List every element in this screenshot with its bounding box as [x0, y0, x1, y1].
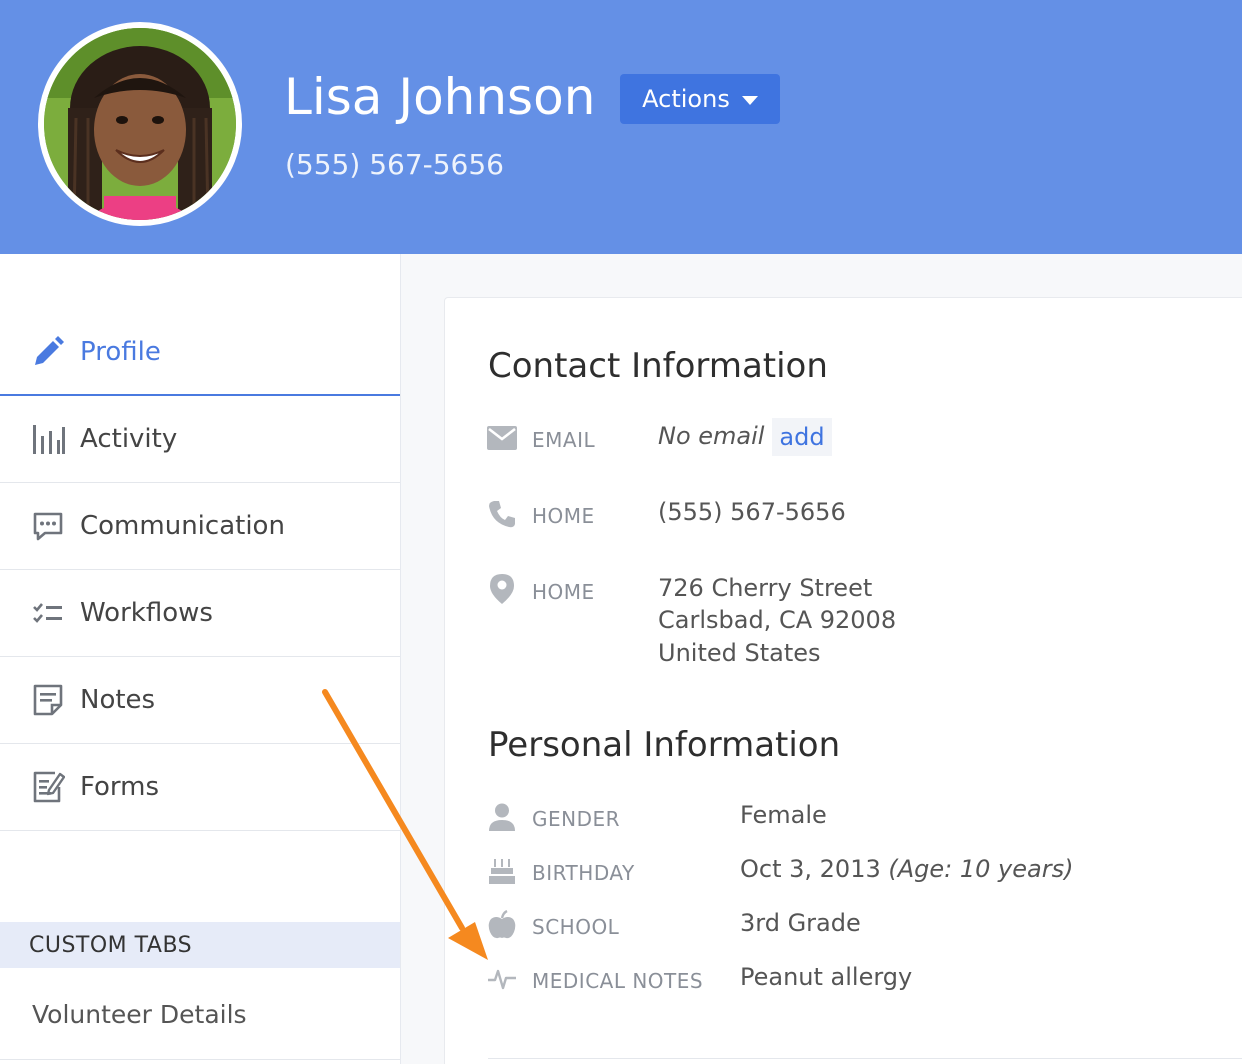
email-value: No email	[658, 422, 765, 450]
profile-card	[444, 297, 1242, 1064]
sidebar-item-communication[interactable]: Communication	[0, 483, 400, 570]
address-line-3: United States	[658, 639, 821, 667]
chat-bubble-icon	[30, 508, 66, 544]
sidebar-item-activity[interactable]: Activity	[0, 396, 400, 483]
profile-page: Lisa Johnson (555) 567-5656 Actions Prof…	[0, 0, 1242, 1064]
sidebar-item-label: Profile	[80, 337, 161, 367]
envelope-icon	[487, 423, 517, 453]
profile-header: Lisa Johnson (555) 567-5656 Actions	[0, 0, 1242, 254]
section-divider	[488, 1058, 1242, 1059]
custom-tabs-heading: CUSTOM TABS	[0, 922, 400, 968]
avatar-photo	[44, 28, 236, 220]
person-phone: (555) 567-5656	[285, 148, 504, 181]
medical-notes-label: MEDICAL NOTES	[532, 969, 704, 993]
pencil-icon	[30, 334, 66, 370]
sidebar-item-label: Notes	[80, 685, 156, 715]
actions-button[interactable]: Actions	[620, 74, 780, 124]
home-phone-value: (555) 567-5656	[658, 498, 846, 526]
gender-value: Female	[740, 801, 827, 829]
person-icon	[487, 802, 517, 832]
sidebar-item-forms[interactable]: Forms	[0, 744, 400, 831]
address-line-2: Carlsbad, CA 92008	[658, 606, 897, 634]
email-label: EMAIL	[532, 428, 596, 452]
sidebar-item-workflows[interactable]: Workflows	[0, 570, 400, 657]
cake-icon	[487, 856, 517, 886]
sidebar-item-notes[interactable]: Notes	[0, 657, 400, 744]
contact-information-title: Contact Information	[488, 346, 828, 386]
sidebar-item-volunteer-details[interactable]: Volunteer Details	[0, 970, 400, 1060]
person-name: Lisa Johnson	[284, 68, 596, 126]
medical-notes-value: Peanut allergy	[740, 963, 913, 991]
chevron-down-icon	[741, 95, 758, 105]
sidebar-item-label: Forms	[80, 772, 160, 802]
age-value: (Age: 10 years)	[888, 855, 1074, 883]
school-value: 3rd Grade	[740, 909, 861, 937]
sidebar-item-label: Workflows	[80, 598, 213, 628]
actions-button-label: Actions	[642, 85, 730, 113]
phone-icon	[487, 499, 517, 529]
sidebar: Profile Activity Communication Workflows…	[0, 254, 401, 1064]
note-icon	[30, 682, 66, 718]
sidebar-item-profile[interactable]: Profile	[0, 310, 400, 396]
pulse-icon	[487, 964, 517, 994]
apple-icon	[487, 910, 517, 940]
checklist-icon	[30, 595, 66, 631]
home-phone-label: HOME	[532, 504, 595, 528]
gender-label: GENDER	[532, 807, 621, 831]
form-edit-icon	[30, 769, 66, 805]
birthday-value: Oct 3, 2013	[740, 855, 881, 883]
avatar	[38, 22, 242, 226]
sidebar-item-label: Activity	[80, 424, 178, 454]
personal-information-title: Personal Information	[488, 725, 841, 765]
activity-bars-icon	[30, 421, 66, 457]
sidebar-item-label: Communication	[80, 511, 285, 541]
birthday-row: Oct 3, 2013 (Age: 10 years)	[740, 853, 1073, 886]
birthday-label: BIRTHDAY	[532, 861, 635, 885]
address-line-1: 726 Cherry Street	[658, 574, 873, 602]
map-pin-icon	[487, 574, 517, 604]
school-label: SCHOOL	[532, 915, 620, 939]
add-email-link[interactable]: add	[772, 418, 832, 456]
home-address-label: HOME	[532, 580, 595, 604]
